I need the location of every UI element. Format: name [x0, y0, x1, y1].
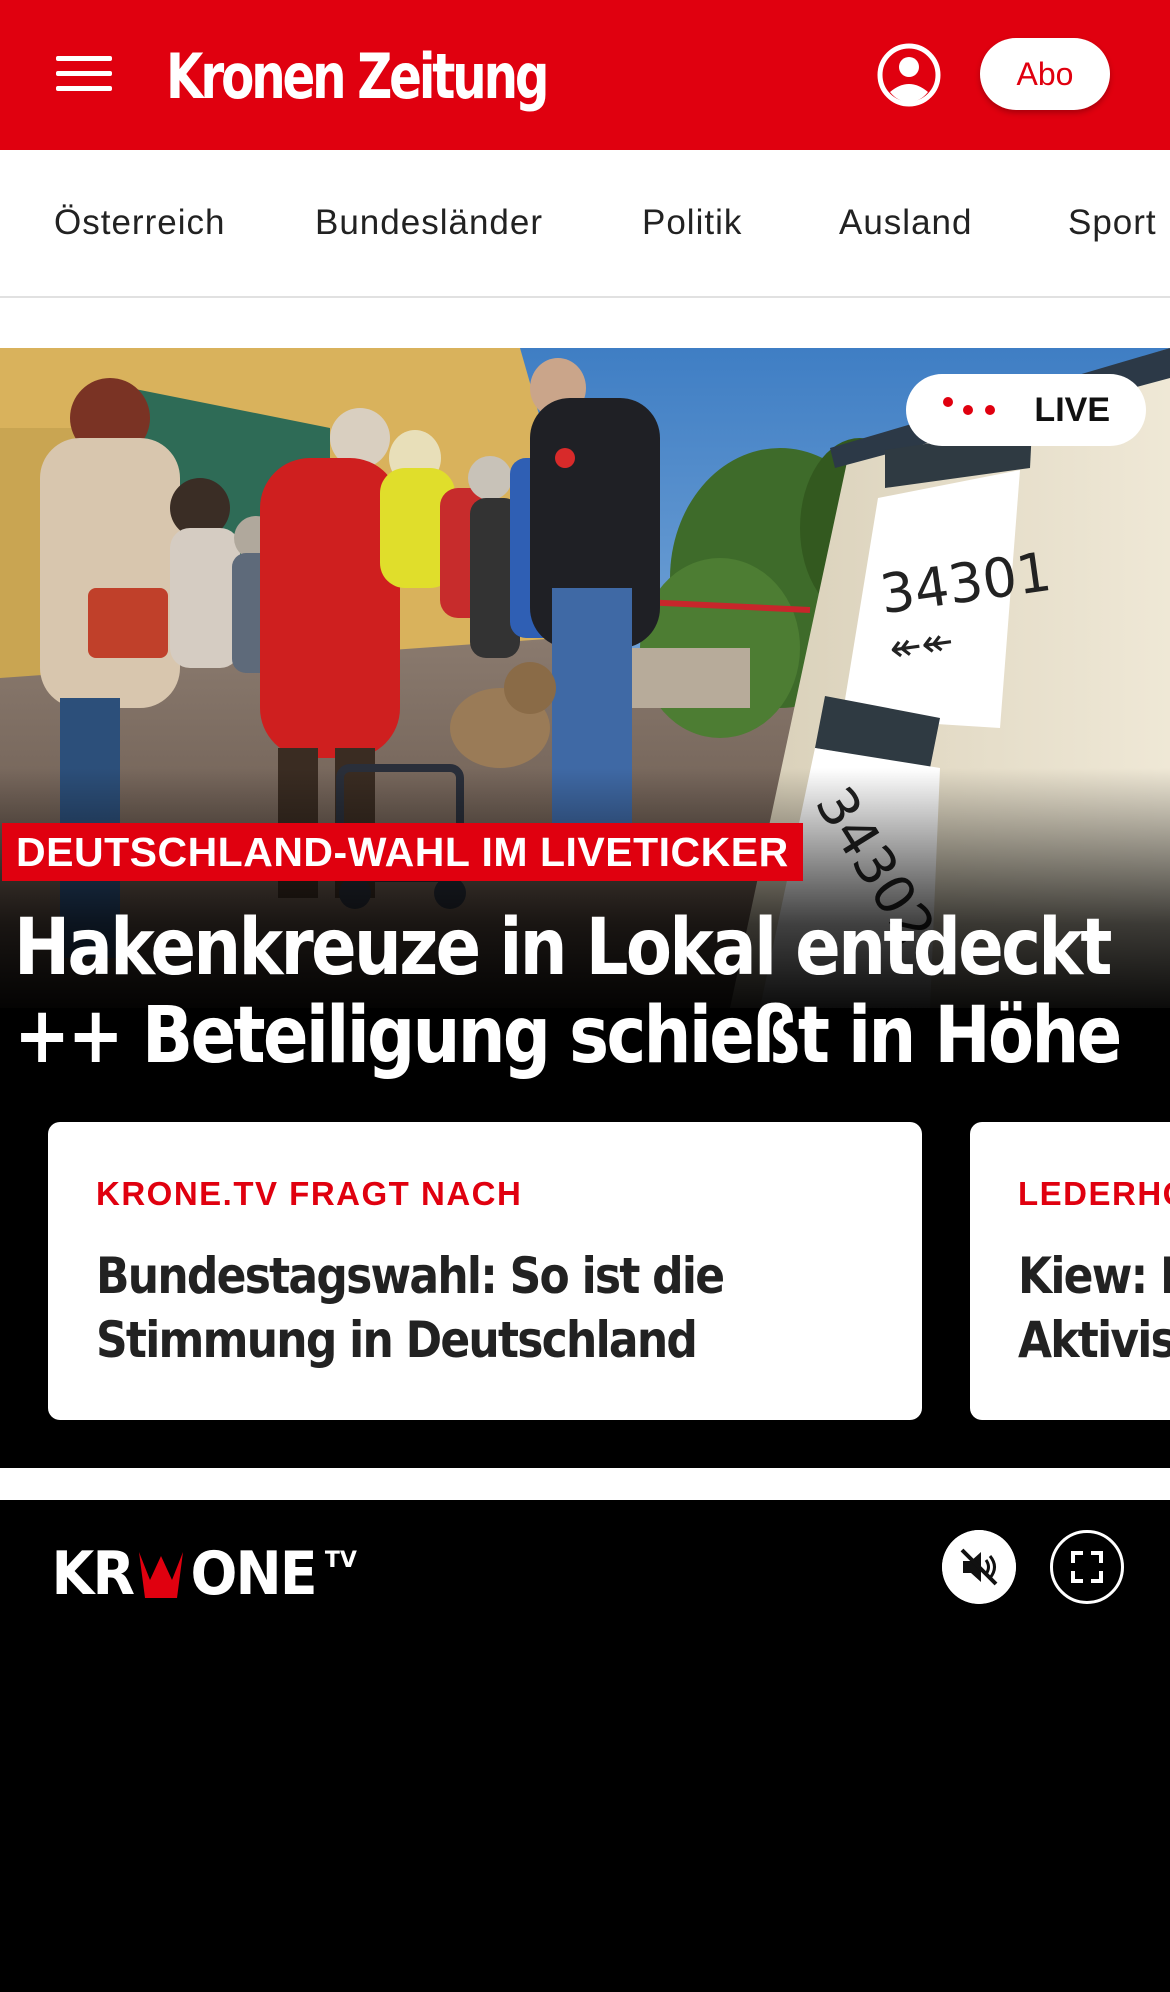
krone-tv-logo-right: ONE — [190, 1539, 317, 1609]
teaser-card[interactable]: KRONE.TV FRAGT NACH Bundestagswahl: So i… — [48, 1122, 922, 1420]
teaser-card-title-line2: Stimmung in Deutschland — [96, 1311, 698, 1369]
krone-tv-logo-sup: TV — [324, 1547, 357, 1573]
hero-kicker[interactable]: DEUTSCHLAND-WAHL IM LIVETICKER — [2, 823, 803, 881]
live-pulse-icon — [943, 397, 995, 415]
hero-teaser: 34301 ↞↞ 34302 LIVE DEUTSCHLAND-WAHL IM … — [0, 348, 1170, 1468]
teaser-card[interactable]: LEDERHO Kiew: I Aktivis — [970, 1122, 1170, 1420]
top-header: Kronen Zeitung Abo — [0, 0, 1170, 150]
crown-icon — [138, 1552, 183, 1598]
nav-item-bundeslaender[interactable]: Bundesländer — [315, 198, 543, 248]
teaser-card-title-line2: Aktivis — [1018, 1311, 1170, 1369]
krone-tv-player[interactable]: KR ONE TV — [0, 1500, 1170, 1992]
teaser-card-kicker: KRONE.TV FRAGT NACH — [96, 1175, 523, 1212]
hamburger-menu-icon[interactable] — [56, 54, 112, 94]
teaser-card-title: Kiew: I Aktivis — [1018, 1244, 1170, 1372]
category-nav: Österreich Bundesländer Politik Ausland … — [0, 150, 1170, 298]
nav-item-politik[interactable]: Politik — [642, 198, 742, 248]
brand-logo[interactable]: Kronen Zeitung — [166, 32, 550, 122]
hero-headline[interactable]: Hakenkreuze in Lokal entdeckt ++ Beteili… — [14, 904, 1158, 1080]
krone-tv-logo: KR ONE TV — [48, 1539, 357, 1609]
teaser-card-title-line1: Kiew: I — [1018, 1247, 1170, 1305]
user-account-icon[interactable] — [876, 42, 942, 108]
nav-item-ausland[interactable]: Ausland — [839, 198, 972, 248]
teaser-card-title-line1: Bundestagswahl: So ist die — [96, 1247, 725, 1305]
nav-item-oesterreich[interactable]: Österreich — [54, 198, 225, 248]
fullscreen-icon[interactable] — [1050, 1530, 1124, 1604]
teaser-card-title: Bundestagswahl: So ist die Stimmung in D… — [96, 1244, 765, 1372]
svg-text:↞↞: ↞↞ — [887, 619, 956, 671]
live-badge[interactable]: LIVE — [906, 374, 1146, 446]
abo-button[interactable]: Abo — [980, 38, 1110, 110]
hero-headline-line2: ++ Beteiligung schießt in Höhe — [14, 991, 1122, 1081]
krone-tv-logo-left: KR — [51, 1539, 135, 1609]
live-label: LIVE — [1034, 390, 1110, 429]
nav-item-sport[interactable]: Sport — [1068, 198, 1157, 248]
teaser-card-kicker: LEDERHO — [1018, 1175, 1170, 1212]
hero-headline-line1: Hakenkreuze in Lokal entdeckt — [14, 903, 1112, 993]
mute-icon[interactable] — [942, 1530, 1016, 1604]
